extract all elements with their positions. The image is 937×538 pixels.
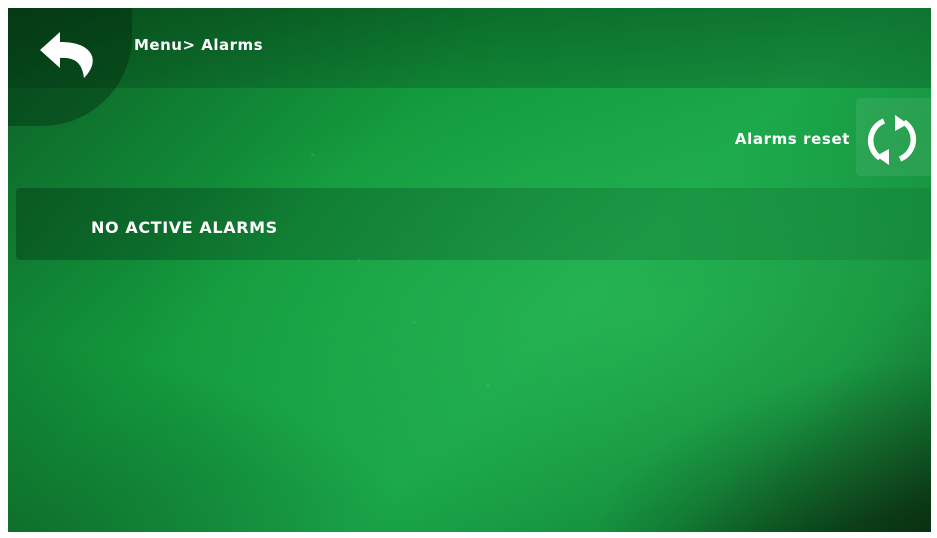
breadcrumb: Menu> Alarms bbox=[134, 36, 264, 54]
screen-frame: Menu> Alarms Alarms reset NO ACTIVE ALAR… bbox=[0, 0, 937, 538]
alarms-reset-label: Alarms reset bbox=[734, 130, 850, 148]
back-arrow-icon bbox=[40, 32, 93, 78]
refresh-icon bbox=[867, 115, 917, 165]
alarms-reset-button[interactable] bbox=[856, 98, 931, 176]
alarms-screen: Menu> Alarms Alarms reset NO ACTIVE ALAR… bbox=[8, 8, 931, 532]
no-active-alarms-text: NO ACTIVE ALARMS bbox=[91, 218, 278, 237]
alarm-list-row: NO ACTIVE ALARMS bbox=[16, 188, 931, 260]
back-button[interactable] bbox=[8, 8, 132, 126]
